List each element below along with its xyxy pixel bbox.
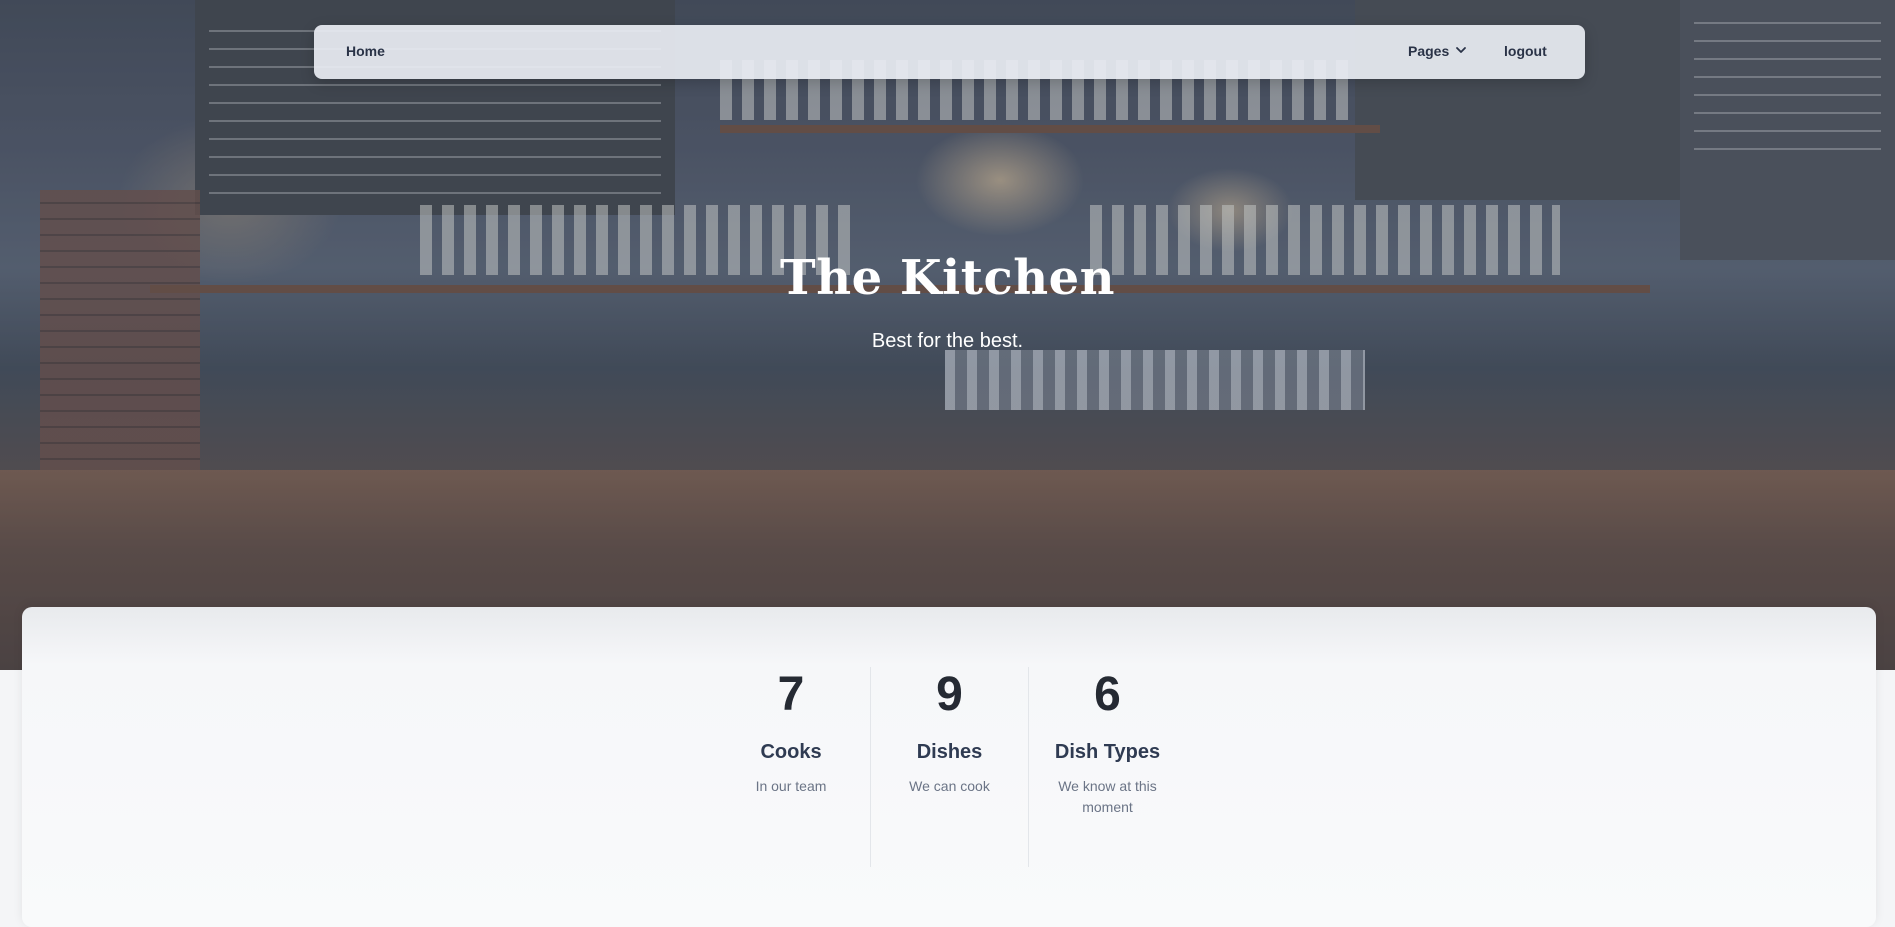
- nav-home-link[interactable]: Home: [346, 43, 385, 59]
- logout-link[interactable]: logout: [1504, 43, 1547, 59]
- page-title: The Kitchen: [779, 250, 1116, 306]
- stat-label: Dishes: [916, 741, 983, 763]
- navbar: Home Pages logout: [314, 25, 1585, 79]
- stat-description: In our team: [755, 778, 827, 794]
- stat-description: We can cook: [909, 778, 990, 794]
- stat-cooks: 7 Cooks In our team: [712, 667, 870, 867]
- hero-section: The Kitchen Best for the best.: [0, 0, 1895, 670]
- stats-row: 7 Cooks In our team 9 Dishes We can cook…: [22, 667, 1876, 867]
- stats-card: 7 Cooks In our team 9 Dishes We can cook…: [22, 607, 1876, 927]
- nav-pages-dropdown[interactable]: Pages: [1408, 43, 1467, 59]
- nav-pages-label: Pages: [1408, 43, 1450, 59]
- chevron-down-icon: [1455, 43, 1467, 59]
- stat-label: Cooks: [760, 741, 822, 763]
- stat-description: We know at this moment: [1058, 778, 1157, 815]
- page-subtitle: Best for the best.: [871, 330, 1024, 352]
- stat-value: 7: [777, 668, 805, 721]
- stat-value: 9: [936, 668, 963, 721]
- stat-dishes: 9 Dishes We can cook: [870, 667, 1028, 867]
- stat-dish-types: 6 Dish Types We know at this moment: [1028, 667, 1186, 867]
- stat-value: 6: [1094, 668, 1121, 721]
- stat-label: Dish Types: [1054, 741, 1161, 763]
